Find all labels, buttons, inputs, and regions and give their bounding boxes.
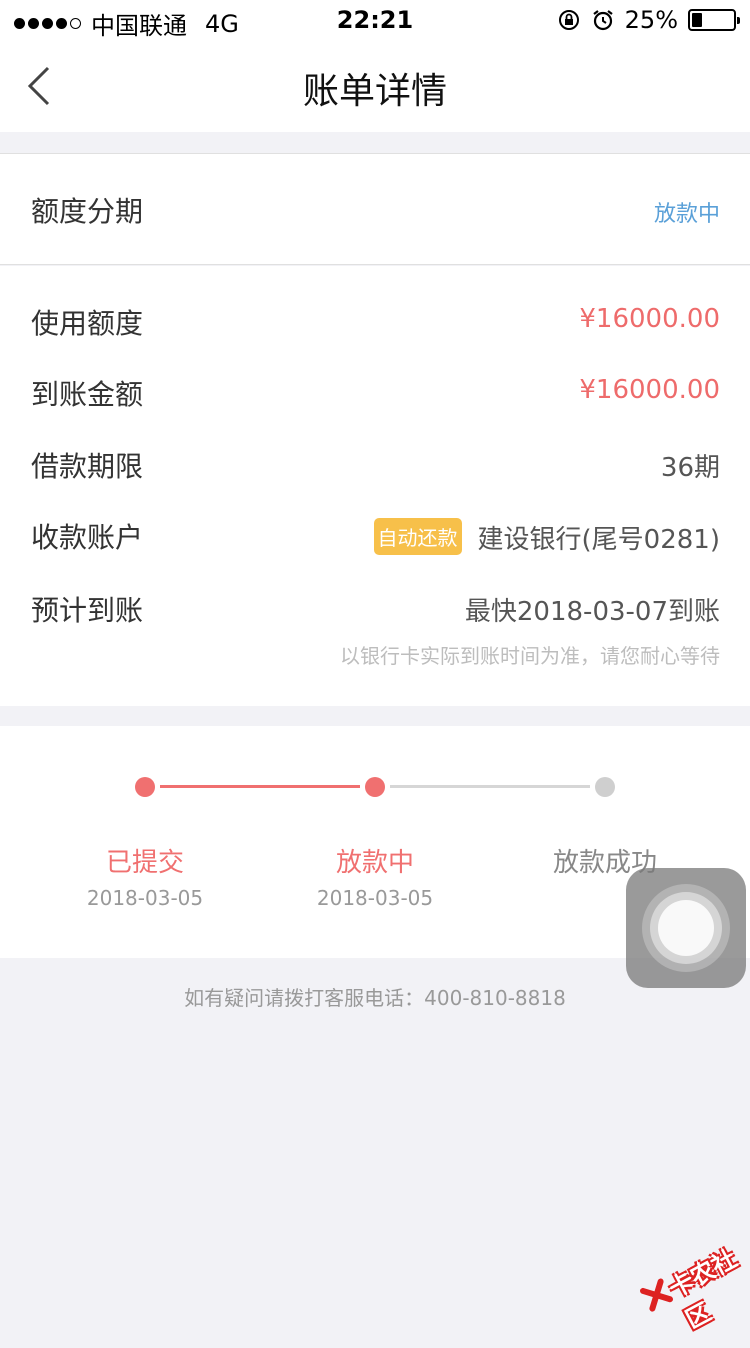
progress-dot-submitted	[135, 777, 155, 797]
step-date-disbursing: 2018-03-05	[316, 886, 434, 910]
auto-repay-badge: 自动还款	[373, 518, 462, 555]
status-bar: 中国联通 4G 22:21 25%	[0, 0, 750, 40]
assistive-touch-button[interactable]	[626, 868, 746, 988]
step-label-disbursing: 放款中	[335, 848, 414, 878]
alarm-icon	[592, 10, 613, 31]
progress-line-1	[160, 785, 360, 788]
bank-account: 建设银行(尾号0281)	[477, 525, 720, 555]
progress-dot-success	[595, 777, 615, 797]
detail-label: 收款账户	[31, 521, 144, 554]
status-bar-right: 25%	[557, 6, 740, 34]
customer-service-text[interactable]: 如有疑问请拨打客服电话：400-810-8818	[0, 982, 750, 1011]
battery-percentage: 25%	[624, 6, 678, 34]
detail-label: 到账金额	[31, 378, 144, 411]
expected-arrival-date: 最快2018-03-07到账	[464, 597, 720, 627]
detail-row-expected-arrival: 预计到账 最快2018-03-07到账	[0, 589, 750, 637]
progress-dot-disbursing	[365, 777, 385, 797]
loan-term: 36期	[660, 453, 720, 483]
page-title: 账单详情	[302, 71, 447, 112]
watermark-logo: 卡农社区	[632, 1226, 750, 1334]
step-label-submitted: 已提交	[105, 848, 184, 878]
detail-row-received-amount: 到账金额 ¥16000.00	[0, 373, 750, 421]
detail-label: 使用额度	[31, 307, 144, 340]
battery-icon	[688, 9, 740, 31]
bill-details-card: 使用额度 ¥16000.00 到账金额 ¥16000.00 借款期限 36期 收…	[0, 266, 750, 706]
used-credit-amount: ¥16000.00	[579, 304, 720, 334]
detail-row-used-credit: 使用额度 ¥16000.00	[0, 302, 750, 350]
rotation-lock-icon	[558, 10, 579, 30]
bill-type-card: 额度分期 放款中	[0, 153, 750, 265]
detail-label: 预计到账	[31, 594, 144, 627]
bill-status: 放款中	[653, 202, 720, 227]
detail-row-loan-term: 借款期限 36期	[0, 445, 750, 493]
received-amount: ¥16000.00	[579, 375, 720, 405]
arrival-note: 以银行卡实际到账时间为准，请您耐心等待	[340, 644, 720, 668]
watermark-text: 卡农社区	[664, 1244, 742, 1334]
receiving-account: 自动还款 建设银行(尾号0281)	[373, 518, 720, 556]
detail-label: 借款期限	[31, 450, 144, 483]
navigation-bar: 账单详情	[0, 40, 750, 132]
bill-type-label: 额度分期	[31, 195, 144, 228]
progress-line-2	[390, 785, 590, 788]
step-date-submitted: 2018-03-05	[86, 886, 204, 910]
detail-row-receiving-account: 收款账户 自动还款 建设银行(尾号0281)	[0, 516, 750, 564]
